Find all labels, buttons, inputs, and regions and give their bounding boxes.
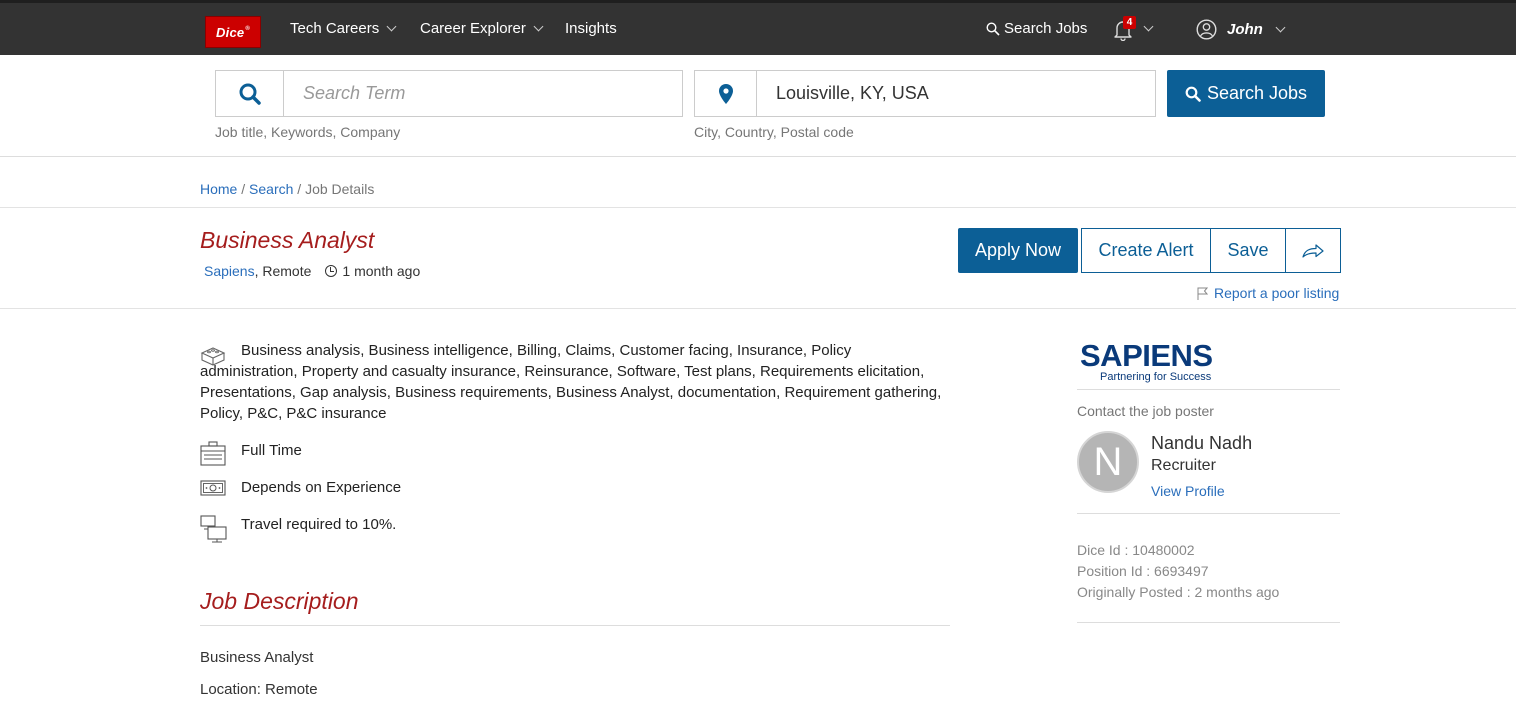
dice-logo[interactable]: Dice ® bbox=[205, 16, 261, 48]
chevron-down-icon[interactable] bbox=[1143, 21, 1154, 32]
travel-requirement: Travel required to 10%. bbox=[241, 516, 397, 533]
location-hint: City, Country, Postal code bbox=[694, 124, 854, 140]
company-link[interactable]: Sapiens bbox=[204, 263, 255, 279]
breadcrumb: Home / Search / Job Details bbox=[200, 181, 375, 197]
compensation: Depends on Experience bbox=[241, 479, 402, 496]
briefcase-icon-wrap bbox=[200, 440, 241, 472]
user-menu[interactable]: John bbox=[1196, 19, 1286, 40]
search-icon bbox=[1185, 86, 1201, 102]
user-name: John bbox=[1227, 21, 1263, 38]
job-meta: Sapiens, Remote 1 month ago bbox=[204, 263, 420, 279]
divider bbox=[1077, 622, 1340, 623]
flag-icon bbox=[1197, 287, 1208, 300]
search-term-field[interactable]: Search Term bbox=[215, 70, 683, 117]
nav-insights-label: Insights bbox=[565, 20, 617, 37]
nav-tech-careers[interactable]: Tech Careers bbox=[290, 20, 397, 37]
search-term-input[interactable]: Search Term bbox=[284, 83, 405, 104]
compensation-row: Depends on Experience bbox=[200, 477, 401, 503]
nav-career-explorer[interactable]: Career Explorer bbox=[420, 20, 544, 37]
travel-icon-wrap bbox=[200, 514, 241, 550]
recruiter-role: Recruiter bbox=[1151, 457, 1216, 474]
employment-type: Full Time bbox=[241, 442, 302, 459]
breadcrumb-home[interactable]: Home bbox=[200, 181, 237, 197]
briefcase-icon bbox=[200, 441, 226, 466]
recruiter-name: Nandu Nadh bbox=[1151, 433, 1253, 453]
divider bbox=[1077, 513, 1340, 514]
divider bbox=[200, 625, 950, 626]
avatar: N bbox=[1077, 431, 1139, 493]
contact-label: Contact the job poster bbox=[1077, 403, 1214, 419]
divider bbox=[1077, 389, 1340, 390]
report-listing-label: Report a poor listing bbox=[1214, 285, 1340, 301]
location-icon-box bbox=[695, 71, 757, 116]
location-input[interactable]: Louisville, KY, USA bbox=[757, 83, 929, 104]
share-icon bbox=[1302, 243, 1324, 258]
report-listing-link[interactable]: Report a poor listing bbox=[1197, 285, 1339, 301]
search-term-hint: Job title, Keywords, Company bbox=[215, 124, 401, 140]
job-location: Remote bbox=[262, 263, 312, 279]
save-button[interactable]: Save bbox=[1211, 229, 1286, 272]
search-bar: Search Term Job title, Keywords, Company… bbox=[0, 55, 1516, 157]
chevron-down-icon bbox=[533, 21, 544, 32]
search-icon-box bbox=[216, 71, 284, 116]
description-line: Location: Remote bbox=[200, 681, 318, 698]
divider bbox=[0, 207, 1516, 208]
travel-row: Travel required to 10%. bbox=[200, 514, 396, 550]
search-jobs-button-label: Search Jobs bbox=[1206, 83, 1308, 103]
nav-tech-careers-label: Tech Careers bbox=[290, 20, 380, 37]
clock-icon bbox=[325, 265, 338, 277]
job-description-title: Job Description bbox=[200, 588, 359, 614]
search-icon bbox=[239, 83, 261, 105]
chevron-down-icon bbox=[1275, 22, 1286, 33]
job-title: Business Analyst bbox=[200, 227, 375, 253]
money-icon-wrap bbox=[200, 477, 241, 503]
description-line: Business Analyst bbox=[200, 649, 314, 666]
nav-search-jobs-label: Search Jobs bbox=[1004, 20, 1088, 37]
comma: , bbox=[254, 263, 263, 279]
skills-list: Business analysis, Business intelligence… bbox=[200, 342, 942, 422]
apply-now-button[interactable]: Apply Now bbox=[958, 228, 1078, 273]
nav-career-explorer-label: Career Explorer bbox=[420, 20, 526, 37]
travel-icon bbox=[200, 515, 227, 543]
originally-posted: Originally Posted : 2 months ago bbox=[1077, 584, 1280, 600]
company-logo-name: SAPIENS bbox=[1080, 338, 1213, 373]
chevron-down-icon bbox=[386, 21, 397, 32]
divider bbox=[0, 308, 1516, 309]
employment-type-row: Full Time bbox=[200, 440, 302, 472]
share-button[interactable] bbox=[1286, 229, 1340, 272]
top-navigation: Dice ® Tech Careers Career Explorer Insig… bbox=[0, 0, 1516, 55]
posted-date: 1 month ago bbox=[342, 263, 421, 279]
user-icon bbox=[1196, 19, 1217, 40]
position-id: Position Id : 6693497 bbox=[1077, 563, 1209, 579]
search-jobs-button[interactable]: Search Jobs bbox=[1167, 70, 1325, 117]
notification-badge: 4 bbox=[1123, 16, 1136, 29]
money-icon bbox=[200, 480, 226, 496]
company-tagline: Partnering for Success bbox=[1100, 371, 1212, 383]
job-actions: Create Alert Save bbox=[1081, 228, 1341, 273]
breadcrumb-current: Job Details bbox=[305, 181, 375, 197]
dice-id: Dice Id : 10480002 bbox=[1077, 542, 1195, 558]
logo-text: Dice bbox=[216, 24, 245, 40]
breadcrumb-search[interactable]: Search bbox=[249, 181, 293, 197]
company-logo[interactable]: SAPIENS Partnering for Success bbox=[1080, 338, 1213, 384]
nav-search-jobs[interactable]: Search Jobs bbox=[986, 20, 1087, 37]
nav-insights[interactable]: Insights bbox=[565, 20, 617, 37]
location-field[interactable]: Louisville, KY, USA bbox=[694, 70, 1156, 117]
view-profile-link[interactable]: View Profile bbox=[1151, 483, 1225, 499]
search-icon bbox=[986, 21, 1000, 36]
create-alert-button[interactable]: Create Alert bbox=[1082, 229, 1211, 272]
location-pin-icon bbox=[718, 83, 733, 104]
